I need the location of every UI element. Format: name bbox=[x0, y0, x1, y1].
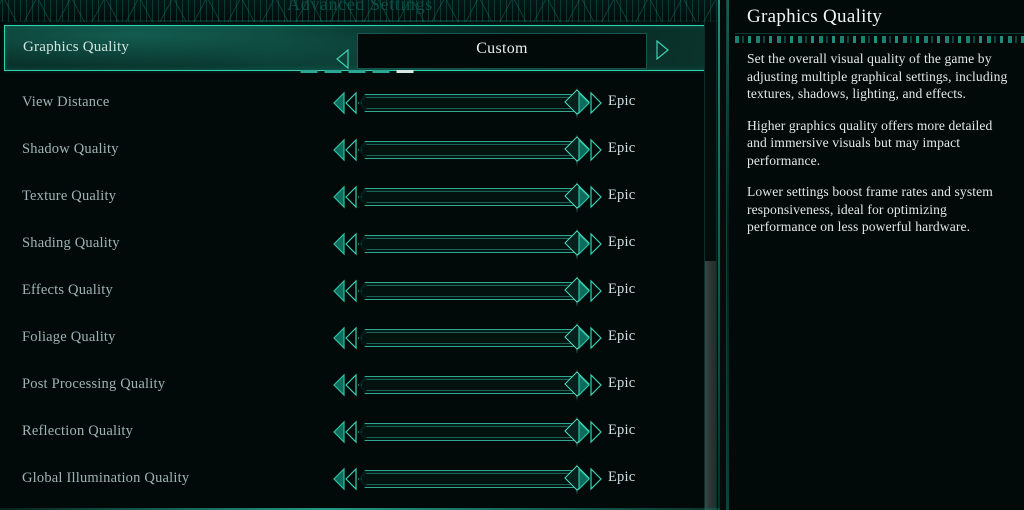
settings-screen: Advanced Settings Graphics Quality Custo… bbox=[0, 0, 1024, 510]
slider-label: Shadow Quality bbox=[22, 141, 119, 158]
chevron-double-right-icon[interactable] bbox=[577, 279, 603, 303]
slider-row[interactable]: Post Processing Quality Epic bbox=[0, 362, 709, 409]
preset-segment bbox=[348, 70, 365, 73]
slider-track[interactable] bbox=[358, 141, 580, 159]
slider-label: Reflection Quality bbox=[22, 423, 133, 440]
info-panel-title: Graphics Quality bbox=[747, 6, 882, 28]
slider-track[interactable] bbox=[358, 235, 580, 253]
graphics-quality-value: Custom bbox=[358, 40, 646, 58]
slider-track[interactable] bbox=[358, 423, 580, 441]
slider-label: Shading Quality bbox=[22, 235, 120, 252]
preset-segment bbox=[396, 70, 413, 73]
info-panel: Graphics Quality Set the overall visual … bbox=[726, 0, 1024, 510]
slider-row[interactable]: View Distance Epic bbox=[0, 80, 709, 127]
slider-track-inner bbox=[361, 238, 578, 250]
slider-label: Texture Quality bbox=[22, 188, 116, 205]
slider-track-inner bbox=[361, 191, 578, 203]
chevron-left-icon[interactable] bbox=[336, 40, 348, 58]
graphics-quality-value-box[interactable]: Custom bbox=[357, 33, 647, 69]
slider-value: Epic bbox=[608, 140, 635, 157]
info-paragraph: Higher graphics quality offers more deta… bbox=[747, 117, 1008, 170]
info-paragraph: Lower settings boost frame rates and sys… bbox=[747, 183, 1008, 236]
chevron-double-right-icon[interactable] bbox=[577, 373, 603, 397]
chevron-double-left-icon[interactable] bbox=[332, 467, 358, 491]
slider-label: Foliage Quality bbox=[22, 329, 116, 346]
slider-track[interactable] bbox=[358, 470, 580, 488]
slider-value: Epic bbox=[608, 469, 635, 486]
slider-track[interactable] bbox=[358, 94, 580, 112]
preset-segment bbox=[372, 70, 389, 73]
info-title-rule bbox=[735, 33, 1024, 34]
slider-value: Epic bbox=[608, 234, 635, 251]
slider-value: Epic bbox=[608, 281, 635, 298]
settings-list: Graphics Quality Custom View Distance Epi… bbox=[0, 22, 720, 510]
slider-row[interactable]: Global Illumination Quality Epic bbox=[0, 456, 709, 503]
slider-row[interactable]: Shadow Quality Epic bbox=[0, 127, 709, 174]
chevron-double-right-icon[interactable] bbox=[577, 420, 603, 444]
chevron-double-left-icon[interactable] bbox=[332, 420, 358, 444]
chevron-double-right-icon[interactable] bbox=[577, 232, 603, 256]
slider-value: Epic bbox=[608, 187, 635, 204]
chevron-double-left-icon[interactable] bbox=[332, 91, 358, 115]
slider-track[interactable] bbox=[358, 188, 580, 206]
slider-track-inner bbox=[361, 473, 578, 485]
setting-row-graphics-quality[interactable]: Graphics Quality Custom bbox=[4, 25, 709, 71]
scrollbar-thumb[interactable] bbox=[705, 261, 716, 510]
slider-value: Epic bbox=[608, 375, 635, 392]
slider-track-inner bbox=[361, 379, 578, 391]
quality-preset-segments bbox=[300, 70, 413, 73]
info-panel-accent bbox=[727, 0, 729, 510]
slider-label: Global Illumination Quality bbox=[22, 470, 189, 487]
slider-value: Epic bbox=[608, 328, 635, 345]
preset-segment bbox=[324, 70, 341, 73]
chevron-double-right-icon[interactable] bbox=[577, 326, 603, 350]
slider-track-inner bbox=[361, 426, 578, 438]
slider-value: Epic bbox=[608, 422, 635, 439]
chevron-double-right-icon[interactable] bbox=[577, 185, 603, 209]
chevron-double-right-icon[interactable] bbox=[577, 138, 603, 162]
chevron-double-left-icon[interactable] bbox=[332, 279, 358, 303]
slider-value: Epic bbox=[608, 93, 635, 110]
slider-row[interactable]: Texture Quality Epic bbox=[0, 174, 709, 221]
slider-track[interactable] bbox=[358, 329, 580, 347]
slider-track-inner bbox=[361, 97, 578, 109]
slider-track[interactable] bbox=[358, 282, 580, 300]
slider-label: Effects Quality bbox=[22, 282, 113, 299]
chevron-double-left-icon[interactable] bbox=[332, 326, 358, 350]
slider-row[interactable]: Effects Quality Epic bbox=[0, 268, 709, 315]
slider-track-inner bbox=[361, 332, 578, 344]
slider-row[interactable]: Shading Quality Epic bbox=[0, 221, 709, 268]
setting-label-graphics-quality: Graphics Quality bbox=[23, 39, 129, 56]
slider-track-inner bbox=[361, 285, 578, 297]
ornamental-divider bbox=[735, 36, 1024, 43]
chevron-double-left-icon[interactable] bbox=[332, 232, 358, 256]
chevron-double-right-icon[interactable] bbox=[577, 91, 603, 115]
slider-track-inner bbox=[361, 144, 578, 156]
slider-label: View Distance bbox=[22, 94, 110, 111]
info-panel-body: Set the overall visual quality of the ga… bbox=[747, 50, 1008, 250]
ornamental-top-border bbox=[0, 0, 720, 22]
preset-segment bbox=[300, 70, 317, 73]
chevron-double-left-icon[interactable] bbox=[332, 185, 358, 209]
chevron-double-right-icon[interactable] bbox=[577, 467, 603, 491]
slider-row[interactable]: Reflection Quality Epic bbox=[0, 409, 709, 456]
slider-label: Post Processing Quality bbox=[22, 376, 165, 393]
panel-divider bbox=[718, 0, 720, 510]
slider-row[interactable]: Foliage Quality Epic bbox=[0, 315, 709, 362]
chevron-double-left-icon[interactable] bbox=[332, 138, 358, 162]
chevron-double-left-icon[interactable] bbox=[332, 373, 358, 397]
info-paragraph: Set the overall visual quality of the ga… bbox=[747, 50, 1008, 103]
slider-track[interactable] bbox=[358, 376, 580, 394]
